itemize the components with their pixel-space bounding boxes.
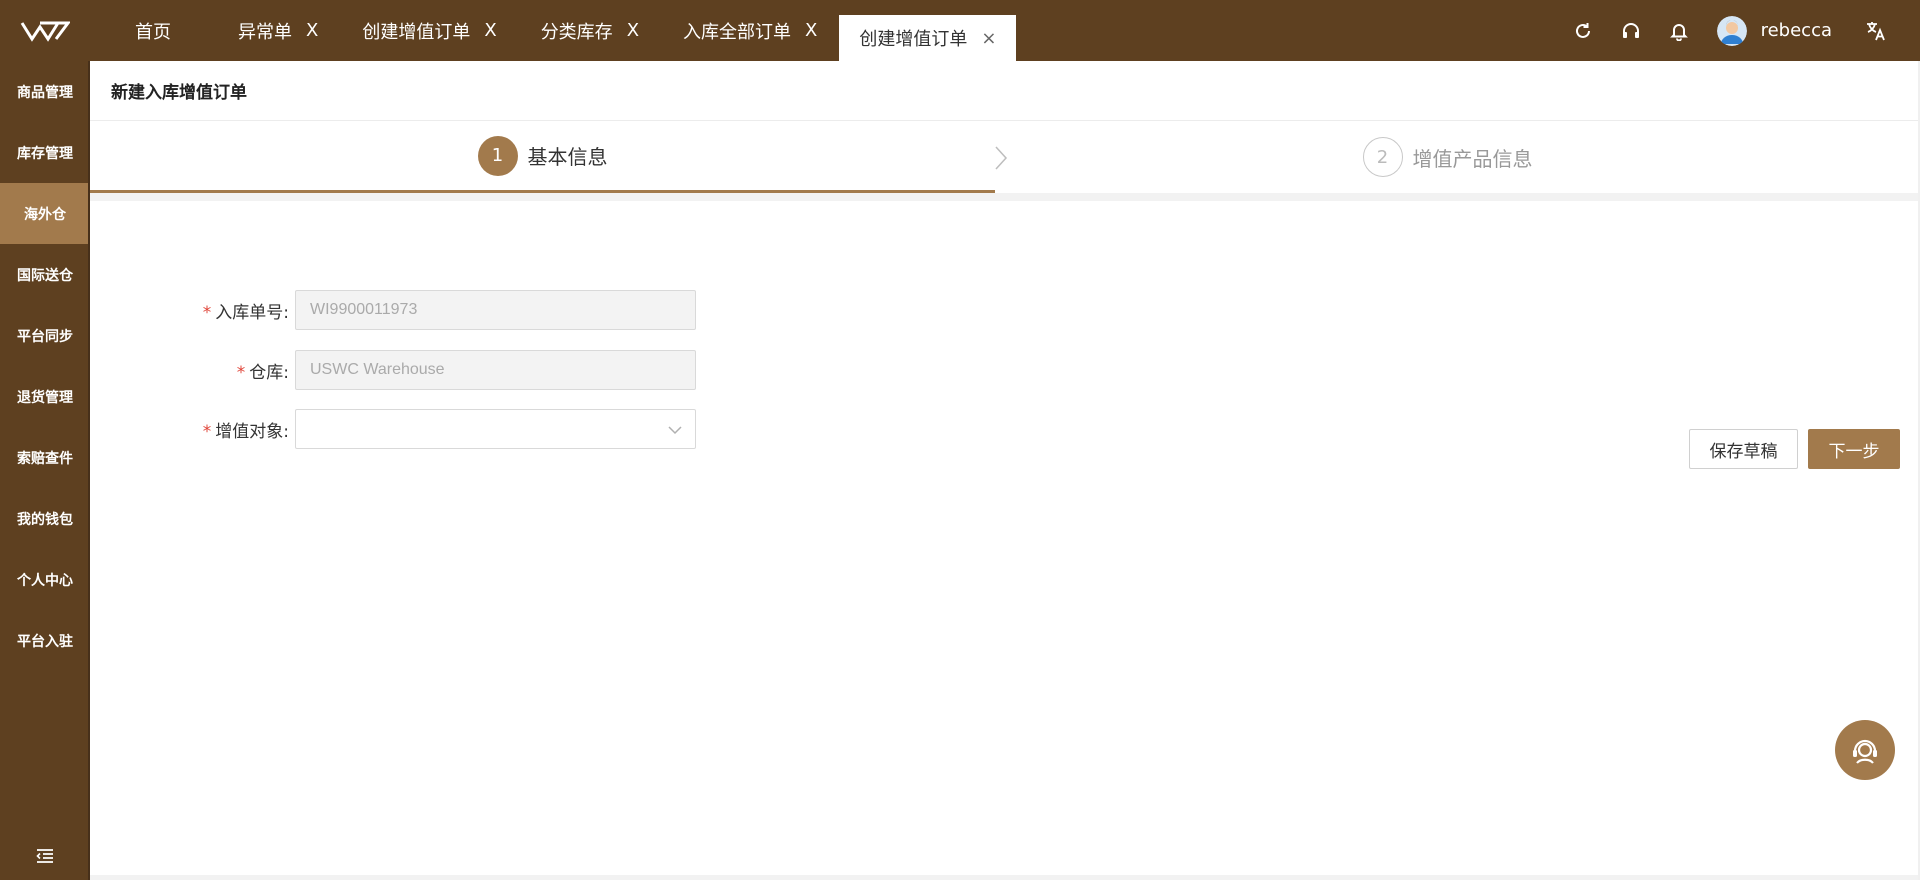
sidebar-item-label: 我的钱包 <box>17 511 73 528</box>
close-icon[interactable]: X <box>306 20 318 41</box>
sidebar-item-products[interactable]: 商品管理 <box>0 61 90 122</box>
sidebar-item-label: 个人中心 <box>17 572 73 589</box>
next-step-button[interactable]: 下一步 <box>1808 429 1900 469</box>
sidebar: 商品管理 库存管理 海外仓 国际送仓 平台同步 退货管理 索赔查件 我的钱包 个… <box>0 61 91 880</box>
form-row-target: * 增值对象: <box>90 409 696 449</box>
top-bar: 首页 异常单 X 创建增值订单 X 分类库存 X 入库全部订单 X 创建增值订单… <box>0 0 1920 61</box>
sidebar-item-inventory[interactable]: 库存管理 <box>0 122 90 183</box>
sidebar-item-label: 商品管理 <box>17 84 73 101</box>
sidebar-item-label: 平台入驻 <box>17 633 73 650</box>
page-title: 新建入库增值订单 <box>90 61 1920 121</box>
step-label: 增值产品信息 <box>1412 146 1533 171</box>
target-label: * 增值对象: <box>90 417 295 442</box>
tab-home[interactable]: 首页 <box>90 0 216 61</box>
sidebar-item-label: 索赔查件 <box>17 450 73 467</box>
bottom-border <box>90 875 1920 880</box>
field-label: 增值对象: <box>215 421 289 442</box>
step-value-added-product-info[interactable]: 2 增值产品信息 <box>995 121 1900 193</box>
translate-icon[interactable] <box>1856 0 1896 61</box>
steps-bar: 1 基本信息 2 增值产品信息 <box>90 121 1920 201</box>
field-label: 入库单号: <box>215 302 289 323</box>
sidebar-item-returns[interactable]: 退货管理 <box>0 366 90 427</box>
tab-bar: 首页 异常单 X 创建增值订单 X 分类库存 X 入库全部订单 X 创建增值订单… <box>90 0 1017 61</box>
close-icon[interactable]: X <box>805 20 817 41</box>
form-row-warehouse: * 仓库: USWC Warehouse <box>90 350 696 390</box>
close-icon[interactable]: X <box>627 20 639 41</box>
bell-icon[interactable] <box>1655 0 1703 61</box>
refresh-icon[interactable] <box>1559 0 1607 61</box>
required-mark: * <box>236 362 246 383</box>
main-content: 新建入库增值订单 1 基本信息 2 增值产品信息 * 入库单号: WI990001… <box>90 61 1920 880</box>
logo[interactable] <box>0 0 90 61</box>
order-no-label: * 入库单号: <box>90 298 295 323</box>
username: rebecca <box>1760 20 1832 41</box>
sidebar-item-label: 退货管理 <box>17 389 73 406</box>
sidebar-item-international-delivery[interactable]: 国际送仓 <box>0 244 90 305</box>
support-agent-icon <box>1853 739 1877 764</box>
warehouse-label: * 仓库: <box>90 358 295 383</box>
sidebar-item-platform-sync[interactable]: 平台同步 <box>0 305 90 366</box>
step-basic-info[interactable]: 1 基本信息 <box>90 121 995 193</box>
step-number: 1 <box>477 135 518 176</box>
avatar <box>1716 15 1747 46</box>
order-no-field: WI9900011973 <box>295 290 696 330</box>
save-draft-button[interactable]: 保存草稿 <box>1689 429 1798 469</box>
tab-label: 创建增值订单 <box>362 21 471 43</box>
chevron-down-icon <box>668 426 682 435</box>
sidebar-item-label: 海外仓 <box>24 206 66 223</box>
required-mark: * <box>202 421 212 442</box>
close-icon[interactable]: × <box>981 28 996 49</box>
tab-create-value-added-order-active[interactable]: 创建增值订单 × <box>839 15 1017 61</box>
top-right-toolbar: rebecca <box>1559 0 1920 61</box>
warehouse-field: USWC Warehouse <box>295 350 696 390</box>
close-icon[interactable]: X <box>484 20 496 41</box>
tab-label: 首页 <box>135 21 171 43</box>
required-mark: * <box>202 302 212 323</box>
sidebar-item-label: 平台同步 <box>17 328 73 345</box>
sidebar-item-platform-onboarding[interactable]: 平台入驻 <box>0 610 90 671</box>
tab-inbound-all-orders[interactable]: 入库全部订单 X <box>661 0 839 61</box>
sidebar-item-label: 库存管理 <box>17 145 73 162</box>
tab-create-value-added-order[interactable]: 创建增值订单 X <box>340 0 518 61</box>
user-menu[interactable]: rebecca <box>1716 15 1832 46</box>
tab-label: 分类库存 <box>540 21 613 43</box>
logo-icon <box>20 21 70 42</box>
target-select[interactable] <box>295 409 696 449</box>
tab-exception-orders[interactable]: 异常单 X <box>216 0 340 61</box>
sidebar-item-overseas-warehouse[interactable]: 海外仓 <box>0 183 90 244</box>
sidebar-item-wallet[interactable]: 我的钱包 <box>0 488 90 549</box>
headset-icon[interactable] <box>1607 0 1655 61</box>
sidebar-item-profile[interactable]: 个人中心 <box>0 549 90 610</box>
tab-category-inventory[interactable]: 分类库存 X <box>519 0 661 61</box>
collapse-menu-icon[interactable] <box>0 832 90 880</box>
tab-label: 创建增值订单 <box>859 29 968 50</box>
form-row-order-no: * 入库单号: WI9900011973 <box>90 290 696 330</box>
customer-support-button[interactable] <box>1835 720 1895 780</box>
sidebar-item-label: 国际送仓 <box>17 267 73 284</box>
tab-label: 入库全部订单 <box>683 21 792 43</box>
field-label: 仓库: <box>249 362 289 383</box>
sidebar-item-claims[interactable]: 索赔查件 <box>0 427 90 488</box>
tab-label: 异常单 <box>238 21 292 43</box>
step-number: 2 <box>1362 137 1403 177</box>
step-label: 基本信息 <box>527 145 608 169</box>
